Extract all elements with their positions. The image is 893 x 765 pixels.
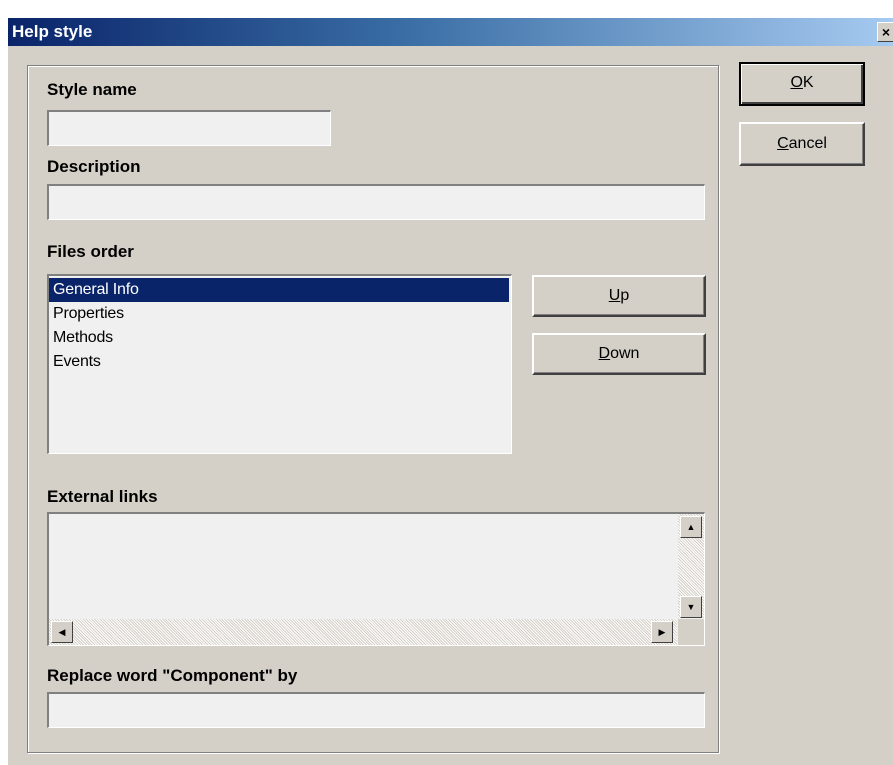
- up-mnemonic: U: [608, 287, 621, 304]
- replace-word-label: Replace word "Component" by: [47, 666, 298, 685]
- list-item[interactable]: Events: [49, 350, 509, 374]
- list-item[interactable]: Properties: [49, 302, 509, 326]
- description-label: Description: [47, 157, 141, 176]
- down-mnemonic: D: [598, 345, 611, 362]
- ok-label-rest: K: [802, 74, 814, 91]
- list-item[interactable]: General Info: [49, 278, 509, 302]
- arrow-down-icon[interactable]: ▼: [680, 596, 702, 618]
- cancel-label-rest: ancel: [788, 135, 827, 152]
- style-name-input[interactable]: [47, 110, 331, 146]
- down-button[interactable]: Down: [532, 333, 706, 375]
- scroll-corner: [678, 619, 704, 645]
- files-order-listbox[interactable]: General Info Properties Methods Events: [47, 274, 512, 454]
- external-links-memo[interactable]: ▲ ▼ ◀ ▶: [47, 512, 705, 646]
- external-links-label: External links: [47, 487, 158, 506]
- files-order-label: Files order: [47, 242, 134, 261]
- down-label-rest: own: [610, 345, 640, 362]
- arrow-left-icon[interactable]: ◀: [51, 621, 73, 643]
- arrow-up-icon[interactable]: ▲: [680, 516, 702, 538]
- ok-mnemonic: O: [790, 74, 803, 91]
- description-input[interactable]: [47, 184, 705, 220]
- window-title: Help style: [12, 22, 93, 41]
- cancel-button[interactable]: Cancel: [739, 122, 865, 166]
- ok-button[interactable]: OK: [739, 62, 865, 106]
- vertical-scrollbar[interactable]: ▲ ▼: [678, 514, 704, 618]
- up-button[interactable]: Up: [532, 275, 706, 317]
- title-bar[interactable]: Help style ×: [8, 18, 893, 46]
- replace-word-input[interactable]: [47, 692, 705, 728]
- close-button[interactable]: ×: [877, 22, 893, 42]
- list-item[interactable]: Methods: [49, 326, 509, 350]
- arrow-right-icon[interactable]: ▶: [651, 621, 673, 643]
- style-name-label: Style name: [47, 80, 137, 99]
- cancel-mnemonic: C: [777, 135, 789, 152]
- up-label-rest: p: [620, 287, 630, 304]
- horizontal-scrollbar[interactable]: ◀ ▶: [49, 619, 677, 645]
